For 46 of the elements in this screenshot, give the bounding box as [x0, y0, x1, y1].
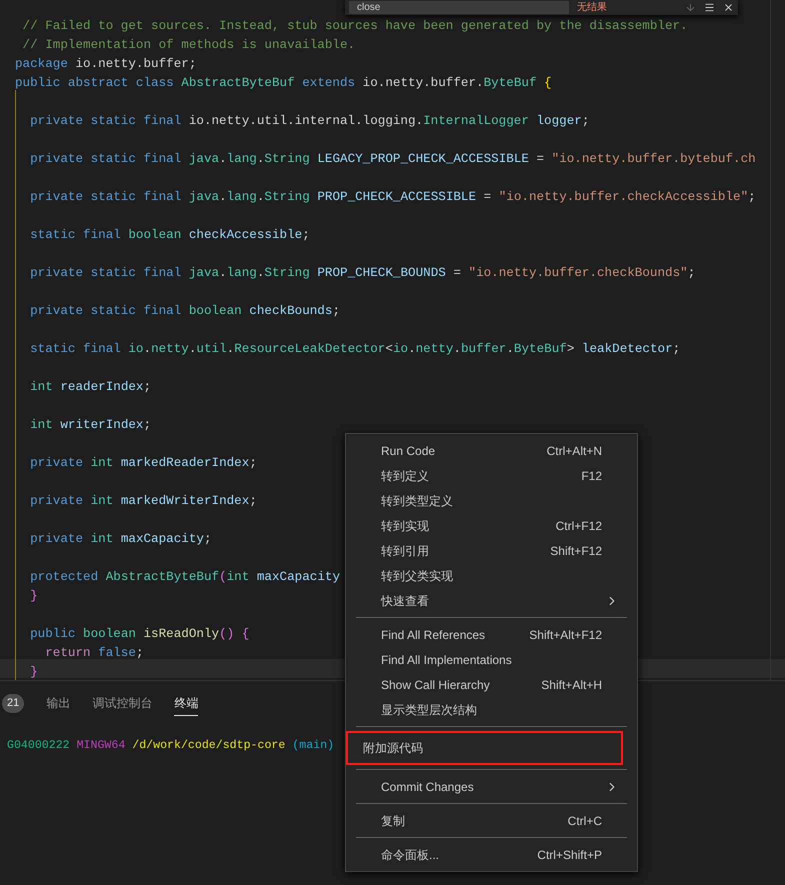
code-line: private static final boolean checkBounds; — [29, 303, 340, 320]
code-line: static final boolean checkAccessible; — [29, 227, 310, 244]
code-line: private int maxCapacity; — [29, 531, 212, 548]
panel-tab[interactable]: 输出 — [46, 690, 70, 716]
find-input[interactable]: close — [349, 1, 569, 14]
code-line: private int markedReaderIndex; — [29, 455, 257, 472]
code-line: private static final io.netty.util.internal.logging.InternalLogger logger; — [29, 113, 590, 130]
menu-item[interactable]: 转到父类实现 — [356, 563, 627, 588]
menu-item[interactable]: 转到引用 Shift+F12 — [356, 538, 627, 563]
code-line: private static final java.lang.String PROP_CHECK_BOUNDS = "io.netty.buffer.checkBounds"; — [29, 265, 696, 282]
panel-tab[interactable]: 调试控制台 — [92, 690, 152, 716]
menu-item[interactable]: 转到定义 F12 — [356, 463, 627, 488]
code-line: int writerIndex; — [29, 417, 152, 434]
code-line: private static final java.lang.String LEGACY_PROP_CHECK_ACCESSIBLE = "io.netty.buffer.bytebuf.ch — [29, 151, 756, 168]
menu-item[interactable]: Find All Implementations — [356, 647, 627, 672]
menu-item[interactable]: Run Code Ctrl+Alt+N — [356, 438, 627, 463]
code-line: } — [29, 664, 38, 680]
menu-icon[interactable] — [704, 2, 715, 13]
code-line: // Implementation of methods is unavailable. — [22, 37, 356, 54]
menu-item[interactable]: Show Call Hierarchy Shift+Alt+H — [356, 672, 627, 697]
menu-item[interactable]: 转到实现 Ctrl+F12 — [356, 513, 627, 538]
code-line: public abstract class AbstractByteBuf extends io.netty.buffer.ByteBuf { — [15, 75, 552, 92]
count-badge[interactable]: 21 — [2, 694, 24, 712]
close-icon[interactable] — [723, 2, 734, 13]
code-line: private static final java.lang.String PROP_CHECK_ACCESSIBLE = "io.netty.buffer.checkAccessible"; — [29, 189, 756, 206]
code-line: public boolean isReadOnly() { — [29, 626, 250, 643]
code-line: // Failed to get sources. Instead, stub sources have been generated by the disassembler. — [22, 18, 688, 35]
menu-item[interactable]: 转到类型定义 — [356, 488, 627, 513]
menu-item[interactable]: Find All References Shift+Alt+F12 — [356, 622, 627, 647]
panel-tab[interactable]: 终端 — [174, 690, 198, 716]
code-line: package io.netty.buffer; — [15, 56, 196, 73]
menu-item[interactable]: 附加源代码 — [346, 731, 623, 765]
menu-item[interactable]: 显示类型层次结构 — [356, 697, 627, 722]
menu-item[interactable]: 复制 Ctrl+C — [356, 808, 627, 833]
code-line: protected AbstractByteBuf(int maxCapacity — [29, 569, 340, 586]
find-result: 无结果 — [577, 1, 607, 14]
menu-item[interactable]: Commit Changes — [356, 774, 627, 799]
terminal-line: G04000222 MINGW64 /d/work/code/sdtp-core (main) — [7, 738, 334, 754]
code-line: return false; — [44, 645, 144, 662]
code-line: int readerIndex; — [29, 379, 152, 396]
code-line: private int markedWriterIndex; — [29, 493, 257, 510]
arrow-down-icon[interactable] — [685, 2, 696, 13]
menu-item[interactable]: 命令面板... Ctrl+Shift+P — [356, 842, 627, 867]
menu-item[interactable]: 快速查看 — [356, 588, 627, 613]
code-line: static final io.netty.util.ResourceLeakDetector<io.netty.buffer.ByteBuf> leakDetector; — [29, 341, 680, 358]
code-line: } — [29, 588, 38, 605]
